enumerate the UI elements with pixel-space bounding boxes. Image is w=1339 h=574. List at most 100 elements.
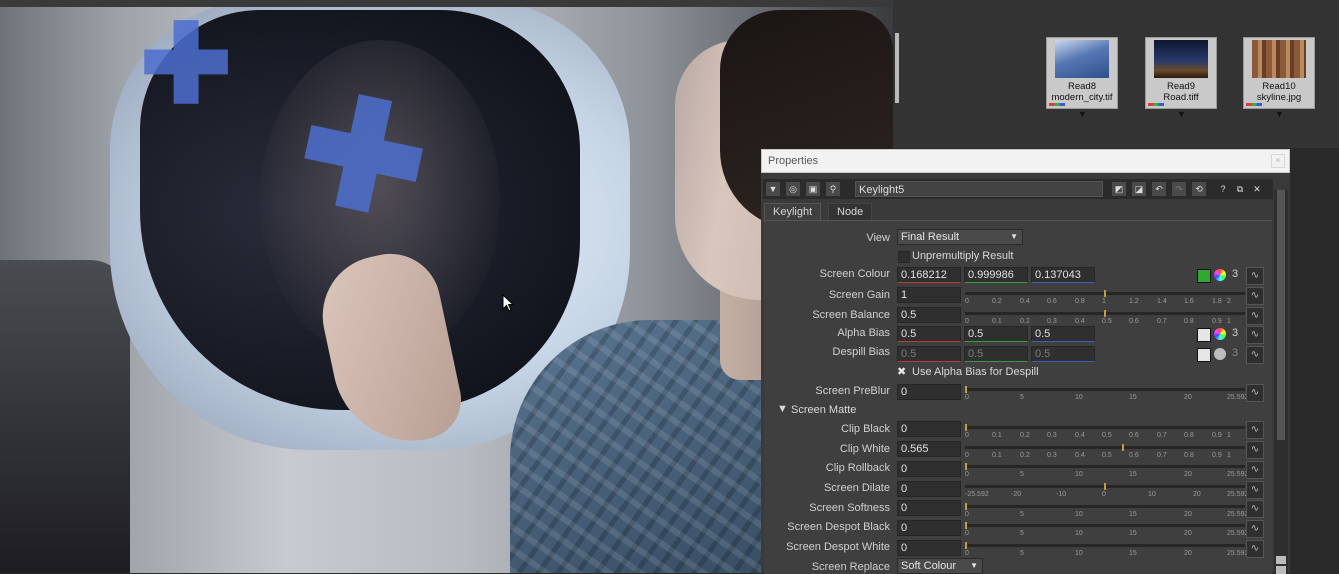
color-picker-icon[interactable]: ◩ bbox=[1112, 182, 1126, 196]
slider-handle[interactable] bbox=[965, 424, 967, 431]
animation-curve-icon[interactable]: ∿ bbox=[1246, 461, 1264, 479]
animation-curve-icon[interactable]: ∿ bbox=[1246, 481, 1264, 499]
colour-wheel-icon[interactable] bbox=[1214, 269, 1226, 281]
screen-gain-slider[interactable]: 0 0.2 0.4 0.6 0.8 1 1.2 1.4 1.6 1.8 2 bbox=[965, 290, 1245, 308]
animation-curve-icon[interactable]: ∿ bbox=[1246, 421, 1264, 439]
slider-tick-label: 0.2 bbox=[1020, 432, 1030, 439]
slider-handle[interactable] bbox=[965, 463, 967, 470]
viewer-icon[interactable]: ▣ bbox=[806, 182, 820, 196]
tile-color-icon[interactable]: ◪ bbox=[1132, 182, 1146, 196]
viewer[interactable]: ✚ ✚ bbox=[0, 0, 893, 573]
checkmark-icon[interactable]: ✖ bbox=[897, 365, 906, 378]
node-name-field[interactable]: Keylight5 bbox=[855, 181, 1103, 197]
tab-keylight[interactable]: Keylight bbox=[764, 203, 822, 221]
read-node[interactable]: Read10 skyline.jpg ▼ bbox=[1243, 37, 1315, 119]
screen-balance-input[interactable]: 0.5 bbox=[897, 307, 961, 323]
alpha-bias-r[interactable]: 0.5 bbox=[897, 326, 961, 342]
clip-white-slider[interactable]: 0 0.1 0.2 0.3 0.4 0.5 0.6 0.7 0.8 0.9 1 bbox=[965, 444, 1245, 462]
alpha-bias-b[interactable]: 0.5 bbox=[1031, 326, 1095, 342]
despill-bias-b[interactable]: 0.5 bbox=[1031, 346, 1095, 362]
read-node[interactable]: Read9 Road.tiff ▼ bbox=[1145, 37, 1217, 119]
slider-tick-label: 0 bbox=[965, 511, 969, 518]
screen-preblur-slider[interactable]: 0 5 10 15 20 25.592 bbox=[965, 386, 1248, 404]
colour-swatch-icon[interactable] bbox=[1197, 328, 1211, 342]
screen-gain-input[interactable]: 1 bbox=[897, 287, 961, 303]
slider-tick-label: 0 bbox=[965, 550, 969, 557]
undo-icon[interactable]: ↶ bbox=[1152, 182, 1166, 196]
properties-titlebar[interactable]: Properties × bbox=[761, 149, 1290, 173]
float-panel-icon[interactable]: ⧉ bbox=[1233, 182, 1247, 196]
colour-wheel-icon[interactable] bbox=[1214, 348, 1226, 360]
slider-handle[interactable] bbox=[1104, 310, 1106, 317]
slider-tick-label: 0.3 bbox=[1047, 318, 1057, 325]
slider-handle[interactable] bbox=[1122, 444, 1124, 451]
slider-tick-label: 1 bbox=[1227, 452, 1231, 459]
screen-colour-r[interactable]: 0.168212 bbox=[897, 267, 961, 283]
screen-dilate-input[interactable]: 0 bbox=[897, 481, 961, 497]
screen-colour-b[interactable]: 0.137043 bbox=[1031, 267, 1095, 283]
slider-tick-label: 0 bbox=[1102, 491, 1106, 498]
close-icon[interactable]: × bbox=[1271, 154, 1285, 168]
animation-curve-icon[interactable]: ∿ bbox=[1246, 307, 1264, 325]
slider-handle[interactable] bbox=[965, 542, 967, 549]
collapse-triangle-icon[interactable]: ▼ bbox=[777, 403, 788, 415]
despot-black-slider[interactable]: 0 5 10 15 20 25.592 bbox=[965, 522, 1248, 540]
close-panel-icon[interactable]: ✕ bbox=[1250, 182, 1264, 196]
revert-icon[interactable]: ⟲ bbox=[1192, 182, 1206, 196]
screen-colour-g[interactable]: 0.999986 bbox=[964, 267, 1028, 283]
colour-wheel-icon[interactable] bbox=[1214, 328, 1226, 340]
help-icon[interactable]: ? bbox=[1216, 182, 1230, 196]
animation-curve-icon[interactable]: ∿ bbox=[1246, 326, 1264, 344]
clip-rollback-input[interactable]: 0 bbox=[897, 461, 961, 477]
screen-softness-slider[interactable]: 0 5 10 15 20 25.592 bbox=[965, 503, 1248, 521]
slider-handle[interactable] bbox=[1104, 290, 1106, 297]
slider-handle[interactable] bbox=[965, 386, 967, 393]
center-node-icon[interactable]: ◎ bbox=[786, 182, 800, 196]
screen-matte-section[interactable]: Screen Matte bbox=[791, 404, 856, 416]
animation-curve-icon[interactable]: ∿ bbox=[1246, 384, 1264, 402]
scroll-up-icon[interactable] bbox=[1276, 556, 1286, 564]
channel-count[interactable]: 3 bbox=[1232, 347, 1238, 359]
animation-curve-icon[interactable]: ∿ bbox=[1246, 346, 1264, 364]
properties-scrollbar[interactable] bbox=[1274, 190, 1288, 574]
scrollbar-thumb[interactable] bbox=[1277, 190, 1285, 440]
animation-curve-icon[interactable]: ∿ bbox=[1246, 287, 1264, 305]
despot-white-input[interactable]: 0 bbox=[897, 540, 961, 556]
animation-curve-icon[interactable]: ∿ bbox=[1246, 500, 1264, 518]
channel-count[interactable]: 3 bbox=[1232, 327, 1238, 339]
redo-icon[interactable]: ↷ bbox=[1172, 182, 1186, 196]
animation-curve-icon[interactable]: ∿ bbox=[1246, 520, 1264, 538]
colour-swatch-icon[interactable] bbox=[1197, 269, 1211, 283]
view-dropdown[interactable]: Final Result ▼ bbox=[897, 229, 1023, 245]
clip-black-input[interactable]: 0 bbox=[897, 421, 961, 437]
read-node[interactable]: Read8 modern_city.tif ▼ bbox=[1046, 37, 1118, 119]
colour-swatch-icon[interactable] bbox=[1197, 348, 1211, 362]
clip-black-slider[interactable]: 0 0.1 0.2 0.3 0.4 0.5 0.6 0.7 0.8 0.9 1 bbox=[965, 424, 1245, 442]
slider-handle[interactable] bbox=[1104, 483, 1106, 490]
slider-tick-label: 5 bbox=[1020, 511, 1024, 518]
animation-curve-icon[interactable]: ∿ bbox=[1246, 267, 1264, 285]
slider-handle[interactable] bbox=[965, 503, 967, 510]
alpha-bias-g[interactable]: 0.5 bbox=[964, 326, 1028, 342]
keylight-icon[interactable]: ⚲ bbox=[826, 182, 840, 196]
slider-tick-label: 10 bbox=[1075, 530, 1083, 537]
screen-softness-input[interactable]: 0 bbox=[897, 500, 961, 516]
node-graph-scrollbar[interactable] bbox=[895, 33, 899, 103]
despot-black-input[interactable]: 0 bbox=[897, 520, 961, 536]
clip-white-input[interactable]: 0.565 bbox=[897, 441, 961, 457]
collapse-icon[interactable]: ▼ bbox=[766, 182, 780, 196]
despot-white-slider[interactable]: 0 5 10 15 20 25.592 bbox=[965, 542, 1248, 560]
despill-bias-r[interactable]: 0.5 bbox=[897, 346, 961, 362]
unpremultiply-checkbox[interactable] bbox=[898, 251, 910, 263]
screen-preblur-input[interactable]: 0 bbox=[897, 384, 961, 400]
screen-dilate-slider[interactable]: -25.592 -20 -10 0 10 20 25.592 bbox=[965, 483, 1248, 501]
slider-tick-label: 1.6 bbox=[1184, 298, 1194, 305]
despill-bias-g[interactable]: 0.5 bbox=[964, 346, 1028, 362]
channel-count[interactable]: 3 bbox=[1232, 268, 1238, 280]
slider-handle[interactable] bbox=[965, 522, 967, 529]
slider-tick-label: 0.5 bbox=[1102, 432, 1112, 439]
screen-replace-dropdown[interactable]: Soft Colour ▼ bbox=[897, 558, 983, 574]
animation-curve-icon[interactable]: ∿ bbox=[1246, 540, 1264, 558]
animation-curve-icon[interactable]: ∿ bbox=[1246, 441, 1264, 459]
clip-rollback-slider[interactable]: 0 5 10 15 20 25.592 bbox=[965, 463, 1248, 481]
